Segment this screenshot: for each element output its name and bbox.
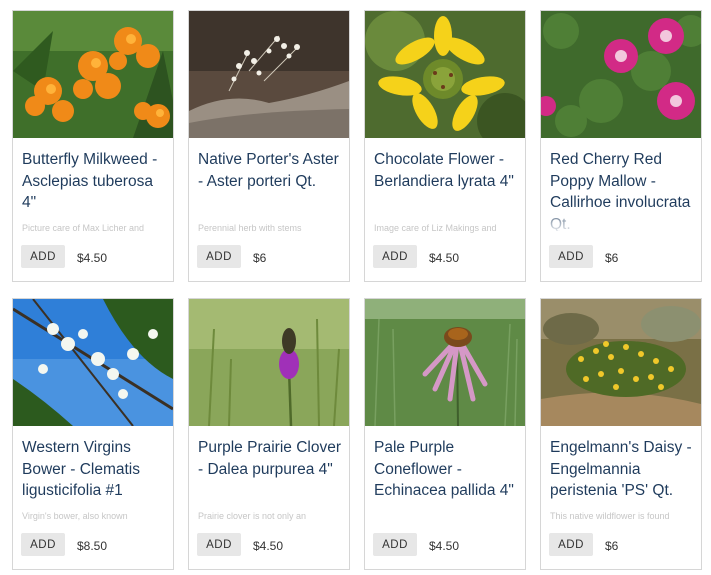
product-price: $8.50: [77, 539, 108, 553]
product-description: Prairie clover is not only an: [198, 511, 307, 521]
add-to-cart-button[interactable]: ADD: [373, 533, 417, 556]
product-title-link[interactable]: Western Virgins Bower - Clematis ligusti…: [22, 437, 170, 519]
product-grid: Butterfly Milkweed - Asclepias tuberosa …: [12, 10, 702, 570]
add-to-cart-button[interactable]: ADD: [197, 245, 241, 268]
add-to-cart-button[interactable]: ADD: [21, 245, 65, 268]
product-card: Red Cherry Red Poppy Mallow - Callirhoe …: [540, 10, 702, 282]
product-price: $4.50: [429, 539, 460, 553]
product-card: Butterfly Milkweed - Asclepias tuberosa …: [12, 10, 174, 282]
product-description: Perennial herb with stems: [198, 223, 302, 233]
product-image[interactable]: [541, 11, 701, 138]
add-to-cart-button[interactable]: ADD: [549, 533, 593, 556]
product-image[interactable]: [541, 299, 701, 426]
product-card: Engelmann's Daisy - Engelmannia peristen…: [540, 298, 702, 570]
product-description: This native wildflower is found: [550, 511, 670, 521]
add-to-cart-button[interactable]: ADD: [197, 533, 241, 556]
add-to-cart-button[interactable]: ADD: [549, 245, 593, 268]
product-image[interactable]: [365, 299, 525, 426]
product-title-link[interactable]: Purple Prairie Clover - Dalea purpurea 4…: [198, 437, 346, 519]
product-title-link[interactable]: Red Cherry Red Poppy Mallow - Callirhoe …: [550, 149, 698, 231]
product-image[interactable]: [13, 299, 173, 426]
product-price: $4.50: [429, 251, 460, 265]
product-title-link[interactable]: Engelmann's Daisy - Engelmannia peristen…: [550, 437, 698, 519]
product-card: Chocolate Flower - Berlandiera lyrata 4"…: [364, 10, 526, 282]
product-title-link[interactable]: Native Porter's Aster - Aster porteri Qt…: [198, 149, 346, 231]
product-card: Native Porter's Aster - Aster porteri Qt…: [188, 10, 350, 282]
product-title-link[interactable]: Pale Purple Coneflower - Echinacea palli…: [374, 437, 522, 519]
product-card: Purple Prairie Clover - Dalea purpurea 4…: [188, 298, 350, 570]
product-image[interactable]: [189, 11, 349, 138]
product-price: $4.50: [253, 539, 284, 553]
add-to-cart-button[interactable]: ADD: [21, 533, 65, 556]
product-price: $4.50: [77, 251, 108, 265]
product-price: $6: [253, 251, 267, 265]
product-description: Image care of Liz Makings and: [374, 223, 497, 233]
product-price: $6: [605, 539, 619, 553]
product-price: $6: [605, 251, 619, 265]
add-to-cart-button[interactable]: ADD: [373, 245, 417, 268]
product-title-link[interactable]: Butterfly Milkweed - Asclepias tuberosa …: [22, 149, 170, 231]
product-card: Pale Purple Coneflower - Echinacea palli…: [364, 298, 526, 570]
product-card: Western Virgins Bower - Clematis ligusti…: [12, 298, 174, 570]
product-image[interactable]: [189, 299, 349, 426]
product-image[interactable]: [13, 11, 173, 138]
product-image[interactable]: [365, 11, 525, 138]
product-title-link[interactable]: Chocolate Flower - Berlandiera lyrata 4": [374, 149, 522, 231]
product-description: Picture care of Max Licher and: [22, 223, 145, 233]
product-description: Virgin's bower, also known: [22, 511, 128, 521]
